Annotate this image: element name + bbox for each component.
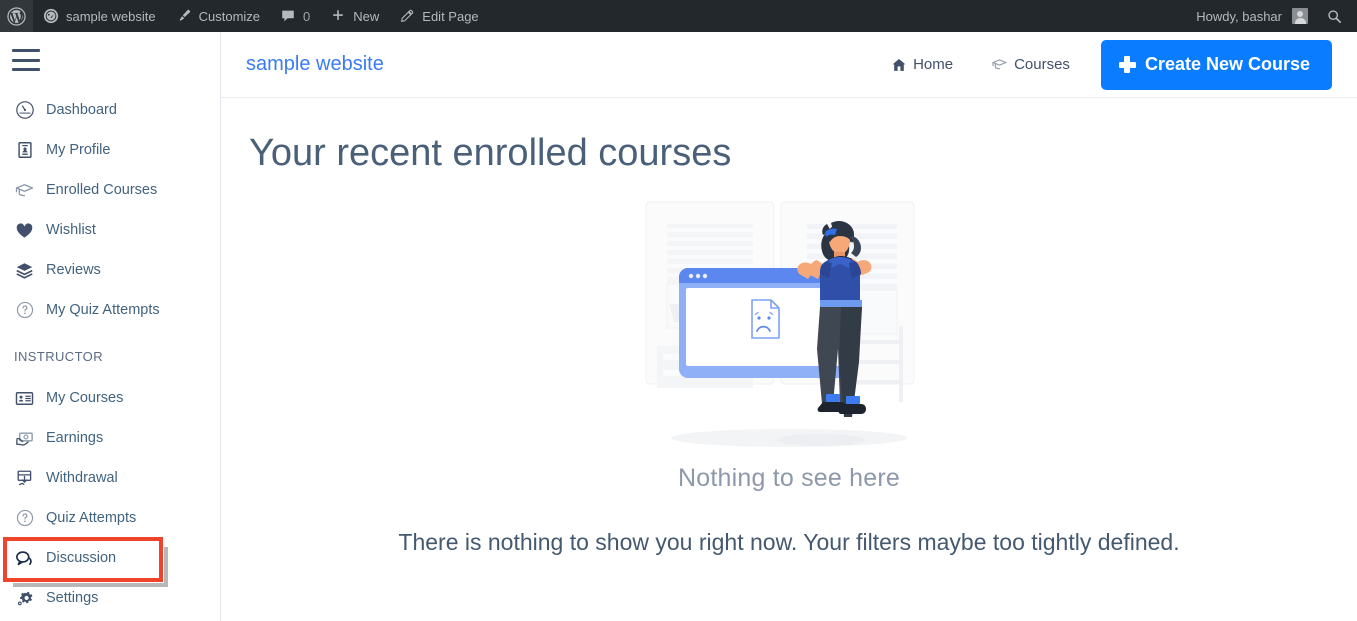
comment-icon (280, 8, 296, 24)
layers-icon (14, 260, 35, 281)
money-hand-icon (14, 428, 35, 449)
sidebar-item-label: Dashboard (46, 101, 117, 118)
admin-bar-customize[interactable]: Customize (166, 0, 270, 32)
header-nav-group: Home Courses Create New Course (871, 39, 1332, 90)
main-content: sample website Home Courses Create New C… (221, 32, 1357, 621)
sidebar-item-label: Enrolled Courses (46, 181, 158, 198)
header-nav-label: Home (913, 56, 954, 73)
admin-bar-right-group: Howdy, bashar (1186, 0, 1357, 32)
empty-state-illustration (645, 200, 915, 447)
admin-bar-site-name-label: sample website (66, 8, 156, 24)
plus-icon (1118, 56, 1136, 73)
question-circle-icon (14, 508, 35, 529)
question-circle-icon (14, 300, 35, 321)
admin-bar-customize-label: Customize (198, 8, 261, 24)
sidebar-item-my-courses[interactable]: My Courses (0, 378, 220, 418)
admin-bar-edit-page[interactable]: Edit Page (389, 0, 488, 32)
sidebar-student-menu: Dashboard My Profile Enrolled Courses Wi… (0, 90, 220, 330)
plus-icon (330, 8, 346, 24)
admin-bar-new-content[interactable]: New (320, 0, 389, 32)
wordpress-admin-bar: sample website Customize 0 New Edit Page (0, 0, 1357, 32)
create-new-course-button[interactable]: Create New Course (1100, 39, 1332, 90)
wordpress-icon (7, 6, 26, 26)
search-icon (1326, 8, 1343, 25)
page-container: Dashboard My Profile Enrolled Courses Wi… (0, 32, 1357, 621)
empty-state-description: There is nothing to show you right now. … (398, 528, 1180, 555)
sidebar-item-my-quiz-attempts[interactable]: My Quiz Attempts (0, 290, 220, 330)
sidebar-item-withdrawal[interactable]: Withdrawal (0, 458, 220, 498)
dashboard-header: sample website Home Courses Create New C… (221, 32, 1357, 98)
sidebar-item-enrolled-courses[interactable]: Enrolled Courses (0, 170, 220, 210)
graduation-cap-icon (14, 180, 35, 201)
home-icon (890, 56, 907, 73)
sidebar-item-label: Discussion (46, 549, 117, 566)
sidebar-item-label: Reviews (46, 261, 101, 278)
sidebar-item-label: Withdrawal (46, 469, 118, 486)
sidebar-item-quiz-attempts[interactable]: Quiz Attempts (0, 498, 220, 538)
admin-bar-howdy-label: Howdy, bashar (1196, 8, 1282, 24)
admin-bar-left-group: sample website Customize 0 New Edit Page (0, 0, 489, 32)
header-site-title-link[interactable]: sample website (246, 53, 384, 76)
hamburger-bar (12, 58, 40, 62)
empty-state: Nothing to see here There is nothing to … (249, 188, 1329, 556)
page-title: Your recent enrolled courses (249, 132, 732, 174)
sidebar-item-label: Quiz Attempts (46, 509, 137, 526)
admin-bar-new-label: New (353, 8, 380, 24)
empty-state-title: Nothing to see here (677, 463, 900, 492)
sidebar-item-reviews[interactable]: Reviews (0, 250, 220, 290)
admin-bar-my-account[interactable]: Howdy, bashar (1186, 0, 1318, 32)
dashboard-body: Your recent enrolled courses Nothing to … (221, 98, 1357, 621)
withdraw-icon (14, 468, 35, 489)
admin-bar-comment-count: 0 (303, 8, 311, 24)
speedometer-icon (14, 100, 35, 121)
graduation-cap-icon (991, 56, 1008, 73)
header-nav-courses[interactable]: Courses (972, 56, 1089, 73)
sidebar-item-label: My Quiz Attempts (46, 301, 160, 318)
hamburger-icon[interactable] (12, 49, 42, 71)
sidebar-item-my-profile[interactable]: My Profile (0, 130, 220, 170)
admin-bar-site-name[interactable]: sample website (33, 0, 166, 32)
sidebar-item-label: My Courses (46, 389, 124, 406)
dashboard-icon (43, 8, 59, 24)
sidebar-item-label: Settings (46, 589, 99, 606)
header-nav-label: Courses (1014, 56, 1070, 73)
sidebar-instructor-menu: My Courses Earnings Withdrawal Quiz Atte… (0, 378, 220, 618)
sidebar-item-discussion[interactable]: Discussion (0, 538, 220, 578)
sidebar-item-earnings[interactable]: Earnings (0, 418, 220, 458)
avatar (1292, 8, 1308, 24)
hamburger-bar (12, 68, 40, 71)
hamburger-bar (12, 49, 40, 52)
wordpress-logo-button[interactable] (0, 0, 33, 32)
sidebar-item-label: My Profile (46, 141, 111, 158)
sidebar-item-dashboard[interactable]: Dashboard (0, 90, 220, 130)
create-new-course-label: Create New Course (1144, 54, 1310, 74)
gear-icon (14, 588, 35, 609)
dashboard-sidebar: Dashboard My Profile Enrolled Courses Wi… (0, 32, 221, 621)
brush-icon (176, 8, 192, 24)
pencil-icon (399, 8, 415, 24)
sidebar-item-label: Wishlist (46, 221, 96, 238)
chat-bubble-icon (14, 548, 35, 569)
sidebar-item-label: Earnings (46, 429, 104, 446)
id-card-icon (14, 140, 35, 161)
heart-icon (14, 220, 35, 241)
admin-bar-search-button[interactable] (1318, 0, 1351, 32)
admin-bar-comments[interactable]: 0 (270, 0, 320, 32)
sidebar-item-settings[interactable]: Settings (0, 578, 220, 618)
admin-bar-edit-page-label: Edit Page (422, 8, 479, 24)
header-nav-home[interactable]: Home (871, 56, 972, 73)
course-card-icon (14, 388, 35, 409)
sidebar-section-instructor: INSTRUCTOR (14, 349, 103, 364)
sidebar-item-wishlist[interactable]: Wishlist (0, 210, 220, 250)
